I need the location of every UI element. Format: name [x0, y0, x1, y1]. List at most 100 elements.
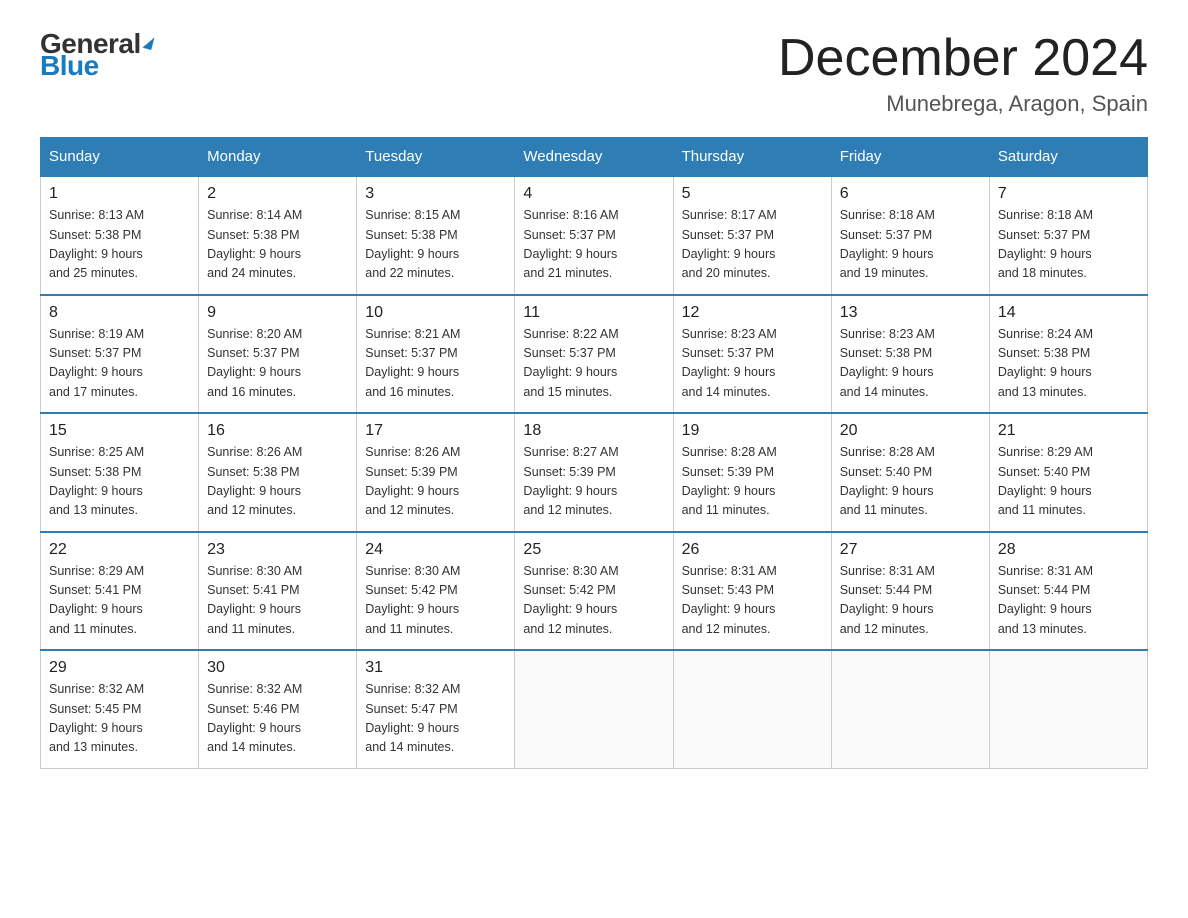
table-row: 28 Sunrise: 8:31 AMSunset: 5:44 PMDaylig… [989, 532, 1147, 651]
day-number: 13 [840, 304, 981, 322]
table-row: 21 Sunrise: 8:29 AMSunset: 5:40 PMDaylig… [989, 413, 1147, 532]
day-number: 23 [207, 541, 348, 559]
table-row: 14 Sunrise: 8:24 AMSunset: 5:38 PMDaylig… [989, 295, 1147, 414]
table-row: 16 Sunrise: 8:26 AMSunset: 5:38 PMDaylig… [199, 413, 357, 532]
day-number: 15 [49, 422, 190, 440]
table-row: 1 Sunrise: 8:13 AMSunset: 5:38 PMDayligh… [41, 176, 199, 295]
col-wednesday: Wednesday [515, 138, 673, 177]
day-info: Sunrise: 8:32 AMSunset: 5:45 PMDaylight:… [49, 680, 190, 758]
location-text: Munebrega, Aragon, Spain [778, 91, 1148, 117]
table-row: 19 Sunrise: 8:28 AMSunset: 5:39 PMDaylig… [673, 413, 831, 532]
day-number: 30 [207, 659, 348, 677]
day-number: 4 [523, 185, 664, 203]
table-row: 30 Sunrise: 8:32 AMSunset: 5:46 PMDaylig… [199, 650, 357, 768]
table-row: 4 Sunrise: 8:16 AMSunset: 5:37 PMDayligh… [515, 176, 673, 295]
table-row [515, 650, 673, 768]
table-row: 27 Sunrise: 8:31 AMSunset: 5:44 PMDaylig… [831, 532, 989, 651]
day-number: 20 [840, 422, 981, 440]
table-row: 6 Sunrise: 8:18 AMSunset: 5:37 PMDayligh… [831, 176, 989, 295]
table-row: 7 Sunrise: 8:18 AMSunset: 5:37 PMDayligh… [989, 176, 1147, 295]
day-info: Sunrise: 8:30 AMSunset: 5:42 PMDaylight:… [365, 562, 506, 640]
day-number: 25 [523, 541, 664, 559]
table-row: 10 Sunrise: 8:21 AMSunset: 5:37 PMDaylig… [357, 295, 515, 414]
day-number: 10 [365, 304, 506, 322]
day-number: 7 [998, 185, 1139, 203]
day-info: Sunrise: 8:19 AMSunset: 5:37 PMDaylight:… [49, 325, 190, 403]
day-info: Sunrise: 8:32 AMSunset: 5:46 PMDaylight:… [207, 680, 348, 758]
logo-arrow-icon [142, 35, 154, 50]
day-number: 3 [365, 185, 506, 203]
day-number: 17 [365, 422, 506, 440]
day-number: 14 [998, 304, 1139, 322]
table-row: 5 Sunrise: 8:17 AMSunset: 5:37 PMDayligh… [673, 176, 831, 295]
day-info: Sunrise: 8:15 AMSunset: 5:38 PMDaylight:… [365, 206, 506, 284]
table-row: 11 Sunrise: 8:22 AMSunset: 5:37 PMDaylig… [515, 295, 673, 414]
day-number: 12 [682, 304, 823, 322]
calendar-week-row: 22 Sunrise: 8:29 AMSunset: 5:41 PMDaylig… [41, 532, 1148, 651]
day-number: 29 [49, 659, 190, 677]
table-row [831, 650, 989, 768]
table-row: 2 Sunrise: 8:14 AMSunset: 5:38 PMDayligh… [199, 176, 357, 295]
day-info: Sunrise: 8:28 AMSunset: 5:39 PMDaylight:… [682, 443, 823, 521]
col-friday: Friday [831, 138, 989, 177]
calendar-week-row: 15 Sunrise: 8:25 AMSunset: 5:38 PMDaylig… [41, 413, 1148, 532]
day-info: Sunrise: 8:16 AMSunset: 5:37 PMDaylight:… [523, 206, 664, 284]
calendar-table: Sunday Monday Tuesday Wednesday Thursday… [40, 137, 1148, 769]
day-info: Sunrise: 8:32 AMSunset: 5:47 PMDaylight:… [365, 680, 506, 758]
day-number: 26 [682, 541, 823, 559]
day-info: Sunrise: 8:26 AMSunset: 5:39 PMDaylight:… [365, 443, 506, 521]
logo-blue-text: Blue [40, 50, 99, 82]
day-number: 9 [207, 304, 348, 322]
day-info: Sunrise: 8:29 AMSunset: 5:41 PMDaylight:… [49, 562, 190, 640]
col-monday: Monday [199, 138, 357, 177]
table-row: 13 Sunrise: 8:23 AMSunset: 5:38 PMDaylig… [831, 295, 989, 414]
day-info: Sunrise: 8:31 AMSunset: 5:44 PMDaylight:… [840, 562, 981, 640]
day-info: Sunrise: 8:14 AMSunset: 5:38 PMDaylight:… [207, 206, 348, 284]
day-info: Sunrise: 8:22 AMSunset: 5:37 PMDaylight:… [523, 325, 664, 403]
day-info: Sunrise: 8:25 AMSunset: 5:38 PMDaylight:… [49, 443, 190, 521]
day-info: Sunrise: 8:31 AMSunset: 5:44 PMDaylight:… [998, 562, 1139, 640]
month-title: December 2024 [778, 30, 1148, 87]
day-number: 16 [207, 422, 348, 440]
day-info: Sunrise: 8:31 AMSunset: 5:43 PMDaylight:… [682, 562, 823, 640]
col-saturday: Saturday [989, 138, 1147, 177]
table-row: 25 Sunrise: 8:30 AMSunset: 5:42 PMDaylig… [515, 532, 673, 651]
day-number: 8 [49, 304, 190, 322]
table-row: 26 Sunrise: 8:31 AMSunset: 5:43 PMDaylig… [673, 532, 831, 651]
day-number: 21 [998, 422, 1139, 440]
day-info: Sunrise: 8:30 AMSunset: 5:42 PMDaylight:… [523, 562, 664, 640]
day-number: 1 [49, 185, 190, 203]
day-info: Sunrise: 8:17 AMSunset: 5:37 PMDaylight:… [682, 206, 823, 284]
table-row: 12 Sunrise: 8:23 AMSunset: 5:37 PMDaylig… [673, 295, 831, 414]
day-number: 18 [523, 422, 664, 440]
col-sunday: Sunday [41, 138, 199, 177]
table-row: 23 Sunrise: 8:30 AMSunset: 5:41 PMDaylig… [199, 532, 357, 651]
table-row: 31 Sunrise: 8:32 AMSunset: 5:47 PMDaylig… [357, 650, 515, 768]
day-info: Sunrise: 8:18 AMSunset: 5:37 PMDaylight:… [840, 206, 981, 284]
table-row [673, 650, 831, 768]
page-header: General Blue December 2024 Munebrega, Ar… [40, 30, 1148, 117]
col-thursday: Thursday [673, 138, 831, 177]
day-info: Sunrise: 8:21 AMSunset: 5:37 PMDaylight:… [365, 325, 506, 403]
table-row: 18 Sunrise: 8:27 AMSunset: 5:39 PMDaylig… [515, 413, 673, 532]
day-number: 22 [49, 541, 190, 559]
day-info: Sunrise: 8:26 AMSunset: 5:38 PMDaylight:… [207, 443, 348, 521]
table-row: 17 Sunrise: 8:26 AMSunset: 5:39 PMDaylig… [357, 413, 515, 532]
table-row: 9 Sunrise: 8:20 AMSunset: 5:37 PMDayligh… [199, 295, 357, 414]
calendar-header-row: Sunday Monday Tuesday Wednesday Thursday… [41, 138, 1148, 177]
day-info: Sunrise: 8:20 AMSunset: 5:37 PMDaylight:… [207, 325, 348, 403]
table-row: 22 Sunrise: 8:29 AMSunset: 5:41 PMDaylig… [41, 532, 199, 651]
day-info: Sunrise: 8:29 AMSunset: 5:40 PMDaylight:… [998, 443, 1139, 521]
col-tuesday: Tuesday [357, 138, 515, 177]
day-number: 24 [365, 541, 506, 559]
day-info: Sunrise: 8:18 AMSunset: 5:37 PMDaylight:… [998, 206, 1139, 284]
table-row: 29 Sunrise: 8:32 AMSunset: 5:45 PMDaylig… [41, 650, 199, 768]
day-info: Sunrise: 8:24 AMSunset: 5:38 PMDaylight:… [998, 325, 1139, 403]
day-number: 27 [840, 541, 981, 559]
day-number: 5 [682, 185, 823, 203]
logo: General Blue [40, 30, 153, 82]
title-block: December 2024 Munebrega, Aragon, Spain [778, 30, 1148, 117]
table-row [989, 650, 1147, 768]
table-row: 15 Sunrise: 8:25 AMSunset: 5:38 PMDaylig… [41, 413, 199, 532]
day-number: 11 [523, 304, 664, 322]
